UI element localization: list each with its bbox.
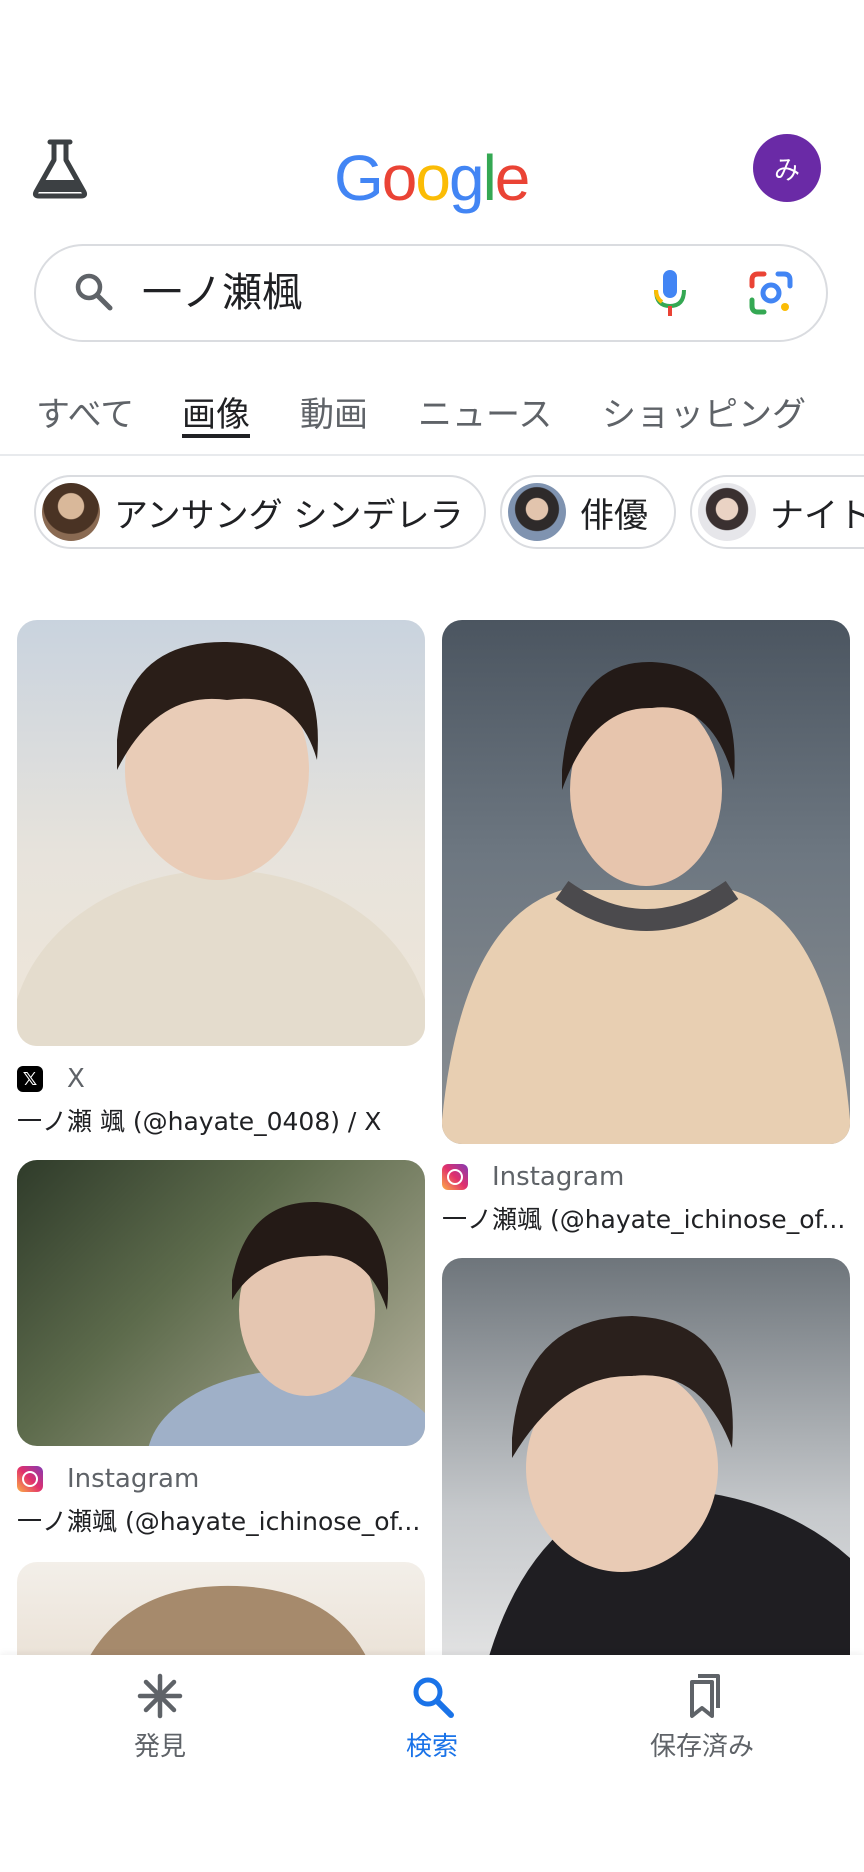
nav-label: 検索	[405, 1732, 458, 1762]
google-lens-icon[interactable]	[748, 270, 794, 316]
search-icon	[413, 1677, 454, 1718]
flask-icon[interactable]	[30, 138, 90, 200]
photo-placeholder	[442, 661, 850, 1144]
logo-letter: e	[494, 142, 531, 214]
image-result[interactable]	[442, 620, 850, 1144]
nav-saved[interactable]: 保存済み	[602, 1672, 802, 1763]
result-source[interactable]: 𝕏 X	[17, 1064, 85, 1094]
logo-letter: o	[415, 142, 451, 214]
mic-icon[interactable]	[650, 268, 690, 318]
asterisk-icon	[137, 1673, 183, 1719]
divider	[0, 454, 864, 456]
result-title[interactable]: 一ノ瀬颯 (@hayate_ichinose_of...	[17, 1502, 425, 1538]
search-icon	[75, 273, 113, 311]
result-title[interactable]: 一ノ瀬颯 (@hayate_ichinose_of...	[442, 1200, 850, 1236]
tab-all[interactable]: すべて	[36, 390, 134, 440]
nav-label: 発見	[133, 1732, 186, 1762]
photo-placeholder	[17, 641, 425, 1046]
search-input[interactable]: 一ノ瀬楓	[142, 266, 302, 320]
logo-letter: G	[334, 142, 384, 214]
search-tabs: すべて 画像 動画 ニュース ショッピング	[0, 390, 864, 454]
tab-shopping[interactable]: ショッピング	[602, 390, 806, 440]
chip-filter[interactable]: 俳優	[500, 475, 676, 549]
source-label: Instagram	[492, 1162, 625, 1192]
chip-filter[interactable]: アンサング シンデレラ	[34, 475, 486, 549]
chip-filter[interactable]: ナイト	[690, 475, 864, 549]
logo-letter: g	[448, 142, 485, 214]
nav-search[interactable]: 検索	[332, 1672, 532, 1763]
image-result[interactable]	[17, 620, 425, 1046]
photo-placeholder	[482, 1316, 850, 1682]
logo-letter: o	[381, 142, 418, 214]
chip-thumbnail	[42, 483, 100, 541]
image-result[interactable]	[442, 1258, 850, 1682]
chip-label: ナイト	[770, 495, 864, 536]
chip-label: アンサング シンデレラ	[114, 495, 464, 536]
result-source[interactable]: Instagram	[442, 1162, 624, 1192]
nav-discover[interactable]: 発見	[60, 1672, 260, 1763]
result-source[interactable]: Instagram	[17, 1464, 199, 1494]
chip-label: 俳優	[580, 495, 648, 536]
active-tab-indicator	[182, 434, 250, 438]
instagram-icon	[442, 1164, 468, 1190]
chip-thumbnail	[508, 483, 566, 541]
tab-videos[interactable]: 動画	[300, 390, 368, 440]
nav-label: 保存済み	[649, 1732, 754, 1762]
source-label: Instagram	[67, 1464, 200, 1494]
result-title[interactable]: 一ノ瀬 颯 (@hayate_0408) / X	[17, 1102, 425, 1138]
tab-images[interactable]: 画像	[182, 390, 250, 440]
x-logo-icon: 𝕏	[17, 1066, 43, 1092]
source-label: X	[67, 1064, 85, 1094]
instagram-icon	[17, 1466, 43, 1492]
google-logo: Google	[334, 142, 531, 214]
photo-placeholder	[148, 1201, 425, 1446]
image-result[interactable]	[17, 1160, 425, 1446]
tab-news[interactable]: ニュース	[418, 390, 552, 440]
chip-thumbnail	[698, 483, 756, 541]
bookmarks-icon	[690, 1674, 720, 1718]
logo-letter: l	[482, 142, 497, 214]
account-avatar[interactable]: み	[753, 134, 821, 202]
